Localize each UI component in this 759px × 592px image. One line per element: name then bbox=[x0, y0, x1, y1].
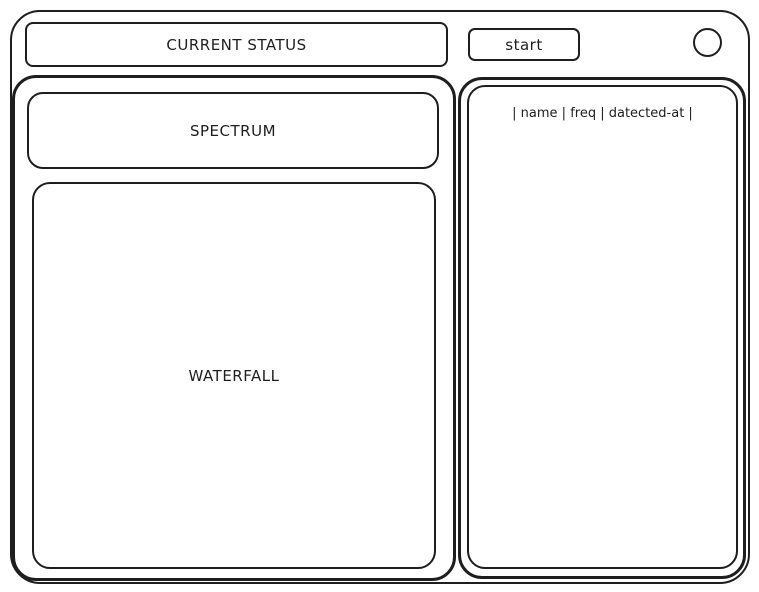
start-button[interactable]: start bbox=[468, 28, 580, 61]
table-header: | name | freq | datected-at | bbox=[512, 106, 693, 121]
waterfall-view: WATERFALL bbox=[32, 182, 436, 569]
detections-table: | name | freq | datected-at | bbox=[467, 85, 738, 569]
waterfall-label: WATERFALL bbox=[188, 366, 280, 385]
start-button-label: start bbox=[505, 35, 543, 54]
current-status-label: CURRENT STATUS bbox=[166, 35, 307, 54]
spectrum-view: SPECTRUM bbox=[27, 92, 439, 169]
spectrum-label: SPECTRUM bbox=[189, 121, 277, 140]
current-status-bar: CURRENT STATUS bbox=[25, 22, 448, 67]
status-indicator-circle bbox=[693, 28, 722, 57]
